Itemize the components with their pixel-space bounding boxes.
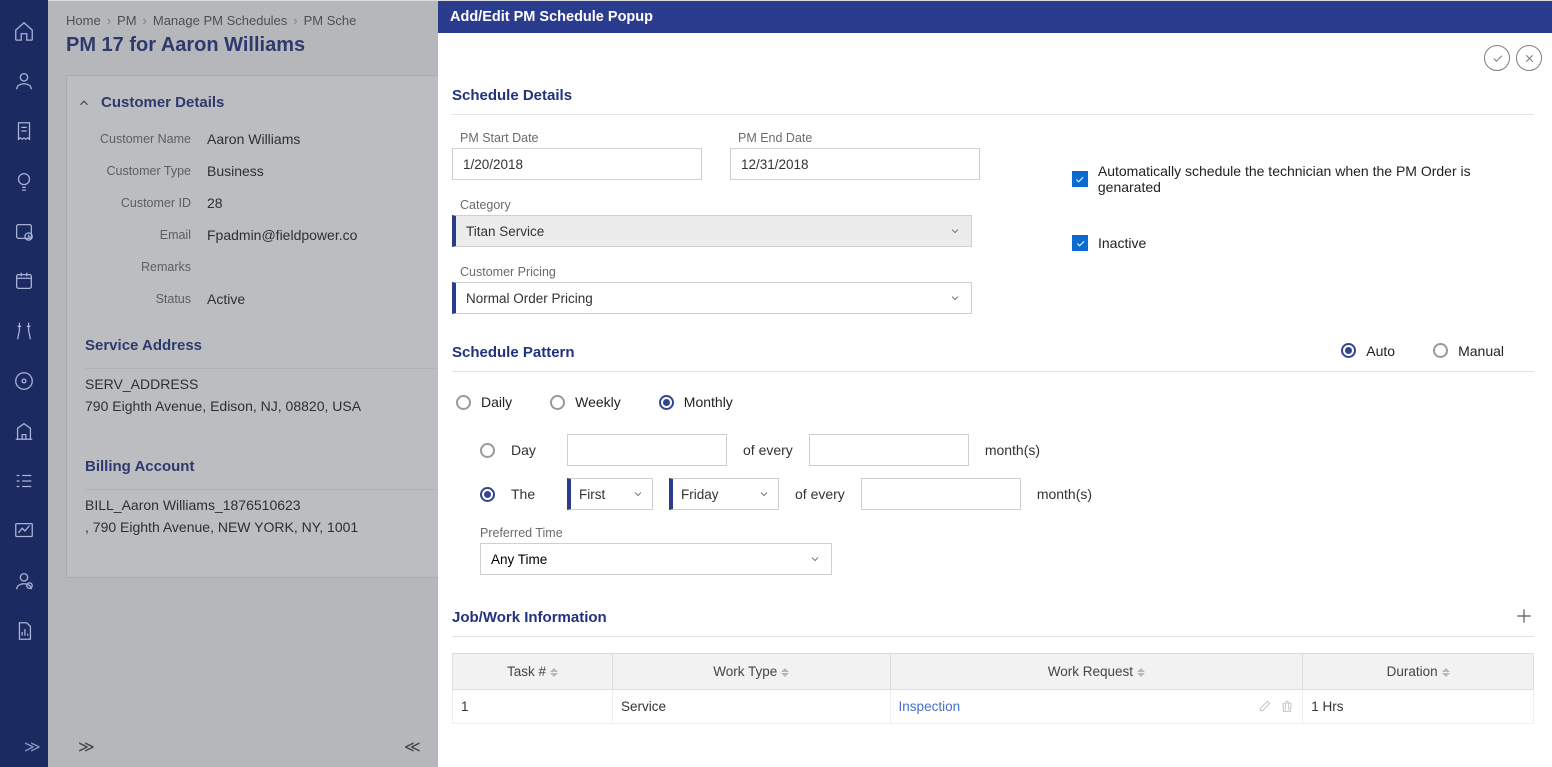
preferred-time-label: Preferred Time xyxy=(480,526,1534,540)
nav-tools-icon[interactable] xyxy=(0,306,48,356)
dayofweek-select[interactable]: Friday xyxy=(669,478,779,510)
chevron-down-icon xyxy=(949,292,961,304)
pm-start-input[interactable]: 1/20/2018 xyxy=(452,148,702,180)
background-page: Home› PM› Manage PM Schedules› PM Sche P… xyxy=(48,0,1552,767)
nav-report-icon[interactable] xyxy=(0,606,48,656)
months-label-1: month(s) xyxy=(985,442,1040,458)
inactive-label: Inactive xyxy=(1098,235,1146,251)
months-label-2: month(s) xyxy=(1037,486,1092,502)
nav-location-icon[interactable] xyxy=(0,356,48,406)
sidebar-collapse-toggle[interactable]: ≫ xyxy=(78,737,95,757)
freq-weekly-label: Weekly xyxy=(575,394,621,410)
nav-checklist-icon[interactable] xyxy=(0,456,48,506)
mode-manual-radio[interactable] xyxy=(1433,343,1448,358)
category-select[interactable]: Titan Service xyxy=(452,215,972,247)
pricing-select[interactable]: Normal Order Pricing xyxy=(452,282,972,314)
auto-schedule-label: Automatically schedule the technician wh… xyxy=(1098,163,1534,195)
job-table: Task # Work Type Work Request Duration 1… xyxy=(452,653,1534,724)
nav-schedule-icon[interactable] xyxy=(0,256,48,306)
pricing-label: Customer Pricing xyxy=(460,265,1012,279)
ordinal-value: First xyxy=(579,487,605,502)
table-row[interactable]: 1 Service Inspection 1 Hrs xyxy=(453,690,1534,724)
freq-weekly-radio[interactable] xyxy=(550,395,565,410)
inactive-checkbox[interactable] xyxy=(1072,235,1088,251)
col-worktype[interactable]: Work Type xyxy=(613,654,891,690)
chevron-down-icon xyxy=(949,225,961,237)
pm-end-label: PM End Date xyxy=(738,131,980,145)
work-request-link[interactable]: Inspection xyxy=(899,699,961,714)
iconbar-collapse-toggle[interactable]: ≫ xyxy=(24,737,41,757)
pm-start-label: PM Start Date xyxy=(460,131,702,145)
schedule-details-heading: Schedule Details xyxy=(452,83,1534,114)
freq-daily-label: Daily xyxy=(481,394,512,410)
cell-task: 1 xyxy=(453,690,613,724)
category-value: Titan Service xyxy=(466,224,544,239)
day-months-input[interactable] xyxy=(809,434,969,466)
ordinal-select[interactable]: First xyxy=(567,478,653,510)
auto-schedule-checkbox[interactable] xyxy=(1072,171,1088,187)
chevron-down-icon xyxy=(632,488,644,500)
mode-auto-radio[interactable] xyxy=(1341,343,1356,358)
job-info-heading: Job/Work Information xyxy=(452,605,607,626)
dayofweek-value: Friday xyxy=(681,487,719,502)
by-the-radio[interactable] xyxy=(480,487,495,502)
nav-home-icon[interactable] xyxy=(0,6,48,56)
nav-building-icon[interactable] xyxy=(0,406,48,456)
of-every-label-1: of every xyxy=(743,442,793,458)
add-job-button[interactable] xyxy=(1514,606,1534,626)
cell-duration: 1 Hrs xyxy=(1303,690,1534,724)
preferred-time-select[interactable]: Any Time xyxy=(480,543,832,575)
the-months-input[interactable] xyxy=(861,478,1021,510)
left-iconbar xyxy=(0,0,48,767)
edit-icon[interactable] xyxy=(1258,699,1272,713)
nav-admin-icon[interactable] xyxy=(0,556,48,606)
pm-schedule-popup: Add/Edit PM Schedule Popup Schedule Deta… xyxy=(438,1,1552,767)
close-button[interactable] xyxy=(1516,45,1542,71)
pricing-value: Normal Order Pricing xyxy=(466,291,593,306)
delete-icon[interactable] xyxy=(1280,699,1294,713)
freq-monthly-radio[interactable] xyxy=(659,395,674,410)
mode-manual-label: Manual xyxy=(1458,343,1504,359)
popup-collapse-toggle[interactable]: ≪ xyxy=(404,737,421,757)
category-label: Category xyxy=(460,198,1012,212)
by-day-radio[interactable] xyxy=(480,443,495,458)
confirm-button[interactable] xyxy=(1484,45,1510,71)
freq-monthly-label: Monthly xyxy=(684,394,733,410)
day-number-input[interactable] xyxy=(567,434,727,466)
day-label: Day xyxy=(511,442,551,458)
of-every-label-2: of every xyxy=(795,486,845,502)
nav-receipt-icon[interactable] xyxy=(0,106,48,156)
cell-worktype: Service xyxy=(613,690,891,724)
the-label: The xyxy=(511,486,551,502)
freq-daily-radio[interactable] xyxy=(456,395,471,410)
nav-pm-icon[interactable] xyxy=(0,206,48,256)
nav-chart-icon[interactable] xyxy=(0,506,48,556)
mode-auto-label: Auto xyxy=(1366,343,1395,359)
pm-end-input[interactable]: 12/31/2018 xyxy=(730,148,980,180)
preferred-time-value: Any Time xyxy=(491,552,547,567)
chevron-down-icon xyxy=(809,553,821,565)
col-task[interactable]: Task # xyxy=(453,654,613,690)
cell-workreq: Inspection xyxy=(890,690,1303,724)
popup-title: Add/Edit PM Schedule Popup xyxy=(438,1,1552,33)
chevron-down-icon xyxy=(758,488,770,500)
col-duration[interactable]: Duration xyxy=(1303,654,1534,690)
nav-user-icon[interactable] xyxy=(0,56,48,106)
nav-bulb-icon[interactable] xyxy=(0,156,48,206)
schedule-pattern-heading: Schedule Pattern xyxy=(452,340,575,361)
col-workreq[interactable]: Work Request xyxy=(890,654,1303,690)
